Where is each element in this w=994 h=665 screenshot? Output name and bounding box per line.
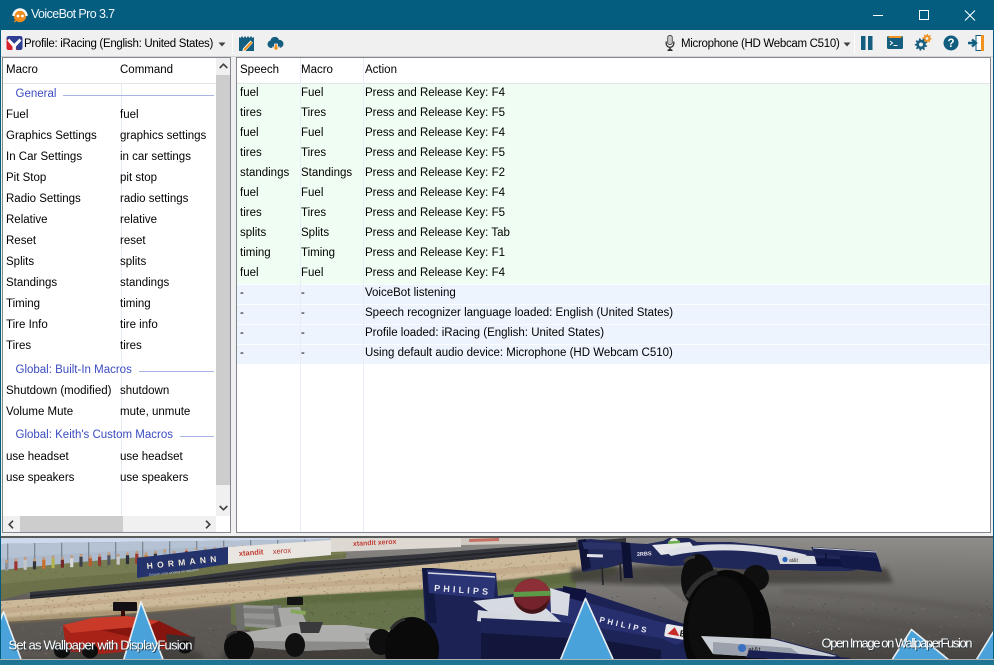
svg-text:Open Image on WallpaperFusion: Open Image on WallpaperFusion <box>822 636 973 651</box>
svg-text:?: ? <box>947 38 954 50</box>
svg-text:Set as Wallpaper with DisplayF: Set as Wallpaper with DisplayFusion <box>9 638 193 653</box>
svg-text:xerox: xerox <box>273 546 292 556</box>
svg-text:2RBS: 2RBS <box>637 551 652 558</box>
svg-text:xtandit: xtandit <box>239 547 265 558</box>
svg-text:at&t: at&t <box>789 558 799 564</box>
